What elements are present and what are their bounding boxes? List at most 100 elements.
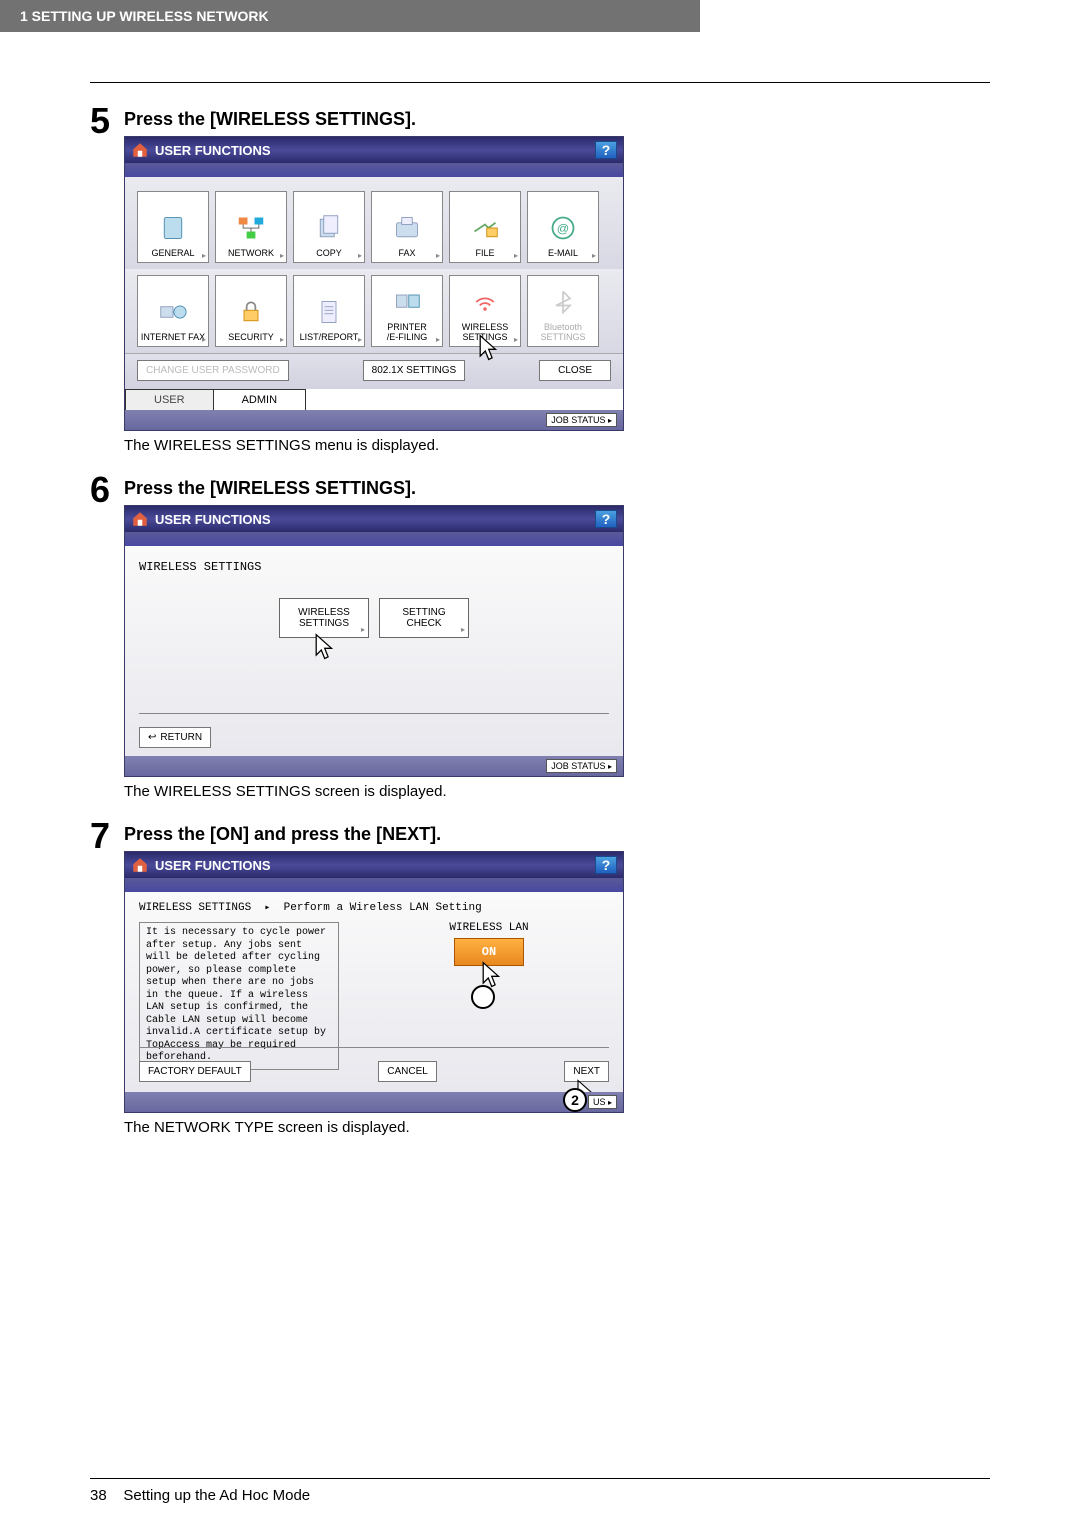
printer-icon xyxy=(391,288,423,316)
internet-fax-button[interactable]: INTERNET FAX▸ xyxy=(137,275,209,347)
chevron-icon: ▸ xyxy=(608,1098,612,1107)
chevron-icon: ▸ xyxy=(280,335,284,344)
breadcrumb: WIRELESS SETTINGS ▸ Perform a Wireless L… xyxy=(139,902,609,914)
help-button[interactable]: ? xyxy=(595,856,617,874)
step-number: 5 xyxy=(90,103,124,468)
step-7: 7 Press the [ON] and press the [NEXT]. U… xyxy=(90,818,990,1150)
step-caption: The NETWORK TYPE screen is displayed. xyxy=(124,1119,990,1136)
fax-icon xyxy=(391,214,423,242)
tabs: USER ADMIN xyxy=(125,389,623,410)
on-button[interactable]: ON 1 xyxy=(454,938,524,966)
sub-bar xyxy=(125,878,623,892)
help-button[interactable]: ? xyxy=(595,510,617,528)
chevron-icon: ▸ xyxy=(436,251,440,260)
wireless-settings-button[interactable]: WIRELESS SETTINGS ▸ xyxy=(279,598,369,638)
action-row: CHANGE USER PASSWORD 802.1X SETTINGS CLO… xyxy=(125,353,623,389)
chevron-icon: ▸ xyxy=(608,762,612,771)
wireless-lan-label: WIRELESS LAN xyxy=(449,922,528,934)
bluetooth-settings-button: Bluetooth SETTINGS xyxy=(527,275,599,347)
chevron-icon: ▸ xyxy=(358,251,362,260)
panel-titlebar: USER FUNCTIONS ? xyxy=(125,137,623,163)
panel-title: USER FUNCTIONS xyxy=(155,143,271,158)
chevron-icon: ▸ xyxy=(461,626,465,635)
bluetooth-icon xyxy=(547,288,579,316)
tab-admin[interactable]: ADMIN xyxy=(213,389,306,410)
rule xyxy=(90,82,990,83)
chevron-icon: ▸ xyxy=(514,335,518,344)
rule xyxy=(139,1047,609,1048)
return-button[interactable]: ↩ RETURN xyxy=(139,727,211,748)
chevron-icon: ▸ xyxy=(202,251,206,260)
panel-title: USER FUNCTIONS xyxy=(155,858,271,873)
general-button[interactable]: GENERAL▸ xyxy=(137,191,209,263)
panel-titlebar: USER FUNCTIONS ? xyxy=(125,852,623,878)
cursor-icon xyxy=(308,633,338,667)
factory-default-button[interactable]: FACTORY DEFAULT xyxy=(139,1061,251,1082)
page-number: 38 xyxy=(90,1487,107,1504)
network-icon xyxy=(235,214,267,242)
panel-titlebar: USER FUNCTIONS ? xyxy=(125,506,623,532)
chevron-icon: ▸ xyxy=(592,251,596,260)
statusbar: 2 US ▸ xyxy=(125,1092,623,1112)
file-button[interactable]: FILE▸ xyxy=(449,191,521,263)
home-icon xyxy=(131,856,149,874)
user-functions-panel-1: USER FUNCTIONS ? GENERAL▸ NETWORK▸ COPY▸… xyxy=(124,136,624,431)
user-functions-panel-3: USER FUNCTIONS ? WIRELESS SETTINGS ▸ Per… xyxy=(124,851,624,1113)
rule xyxy=(139,713,609,714)
cursor-icon xyxy=(472,334,502,368)
list-report-button[interactable]: LIST/REPORT▸ xyxy=(293,275,365,347)
home-icon xyxy=(131,510,149,528)
internetfax-icon xyxy=(157,298,189,326)
security-icon xyxy=(235,298,267,326)
next-button[interactable]: NEXT xyxy=(564,1061,609,1082)
step-caption: The WIRELESS SETTINGS screen is displaye… xyxy=(124,783,990,800)
help-button[interactable]: ? xyxy=(595,141,617,159)
us-indicator: US ▸ xyxy=(588,1095,617,1109)
step-5: 5 Press the [WIRELESS SETTINGS]. USER FU… xyxy=(90,103,990,468)
chevron-icon: ▸ xyxy=(514,251,518,260)
wireless-settings-button[interactable]: WIRELESS SETTINGS▸ xyxy=(449,275,521,347)
setting-check-button[interactable]: SETTING CHECK ▸ xyxy=(379,598,469,638)
chevron-icon: ▸ xyxy=(436,335,440,344)
step-title: Press the [ON] and press the [NEXT]. xyxy=(124,824,990,845)
user-functions-panel-2: USER FUNCTIONS ? WIRELESS SETTINGS WIREL… xyxy=(124,505,624,777)
fax-button[interactable]: FAX▸ xyxy=(371,191,443,263)
return-icon: ↩ xyxy=(148,732,156,743)
copy-button[interactable]: COPY▸ xyxy=(293,191,365,263)
change-password-button: CHANGE USER PASSWORD xyxy=(137,360,289,381)
cancel-button[interactable]: CANCEL xyxy=(378,1061,437,1082)
sub-bar xyxy=(125,163,623,177)
screen-heading: WIRELESS SETTINGS xyxy=(139,560,609,574)
step-caption: The WIRELESS SETTINGS menu is displayed. xyxy=(124,437,990,454)
security-button[interactable]: SECURITY▸ xyxy=(215,275,287,347)
email-icon: @ xyxy=(547,214,579,242)
page-header: 1 SETTING UP WIRELESS NETWORK xyxy=(0,0,700,32)
job-status-button[interactable]: JOB STATUS ▸ xyxy=(546,759,617,773)
footer-title: Setting up the Ad Hoc Mode xyxy=(123,1487,310,1504)
job-status-button[interactable]: JOB STATUS ▸ xyxy=(546,413,617,427)
tab-user[interactable]: USER xyxy=(125,389,214,410)
chevron-icon: ▸ xyxy=(280,251,284,260)
printer-efiling-button[interactable]: PRINTER /E-FILING▸ xyxy=(371,275,443,347)
8021x-button[interactable]: 802.1X SETTINGS xyxy=(363,360,465,381)
step-number: 7 xyxy=(90,818,124,1150)
callout-badge-1: 1 xyxy=(471,985,495,1009)
chevron-right-icon: ▸ xyxy=(264,903,270,914)
chapter-title: 1 SETTING UP WIRELESS NETWORK xyxy=(20,8,269,24)
copy-icon xyxy=(313,214,345,242)
list-icon xyxy=(313,298,345,326)
step-number: 6 xyxy=(90,472,124,814)
sub-bar xyxy=(125,532,623,546)
network-button[interactable]: NETWORK▸ xyxy=(215,191,287,263)
statusbar: JOB STATUS ▸ xyxy=(125,756,623,776)
icon-row-1: GENERAL▸ NETWORK▸ COPY▸ FAX▸ FILE▸ @E-MA… xyxy=(125,177,623,269)
panel-title: USER FUNCTIONS xyxy=(155,512,271,527)
step-title: Press the [WIRELESS SETTINGS]. xyxy=(124,478,990,499)
icon-row-2: INTERNET FAX▸ SECURITY▸ LIST/REPORT▸ PRI… xyxy=(125,269,623,353)
chevron-icon: ▸ xyxy=(202,335,206,344)
chevron-icon: ▸ xyxy=(358,335,362,344)
step-title: Press the [WIRELESS SETTINGS]. xyxy=(124,109,990,130)
file-icon xyxy=(469,214,501,242)
close-button[interactable]: CLOSE xyxy=(539,360,611,381)
email-button[interactable]: @E-MAIL▸ xyxy=(527,191,599,263)
